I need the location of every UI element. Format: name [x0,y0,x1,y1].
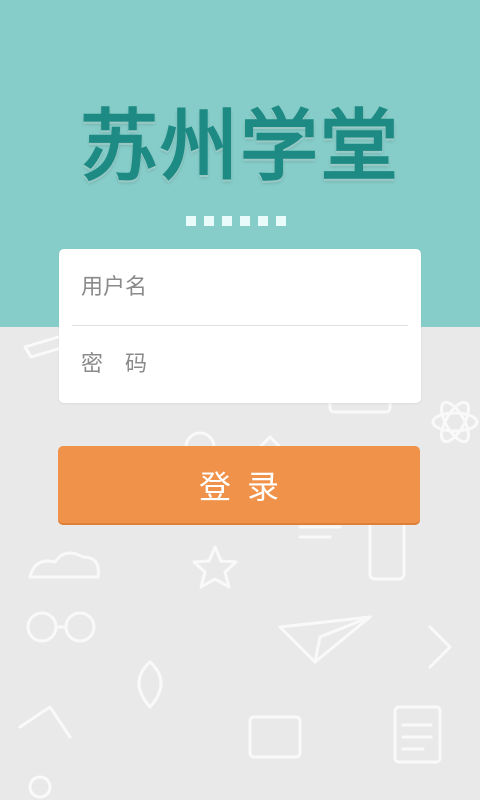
pager-dots [186,216,286,226]
pager-dot [222,216,232,226]
login-button[interactable]: 登录 [58,446,420,523]
login-card [59,249,421,403]
pager-dot [240,216,250,226]
username-field-row [59,249,421,326]
password-input[interactable] [79,351,403,378]
password-field-row [59,326,421,403]
app-title: 苏州学堂 [79,102,400,192]
pager-dot [276,216,286,226]
pager-dot [204,216,214,226]
pager-dot [258,216,268,226]
username-input[interactable] [79,274,403,301]
pager-dot [186,216,196,226]
